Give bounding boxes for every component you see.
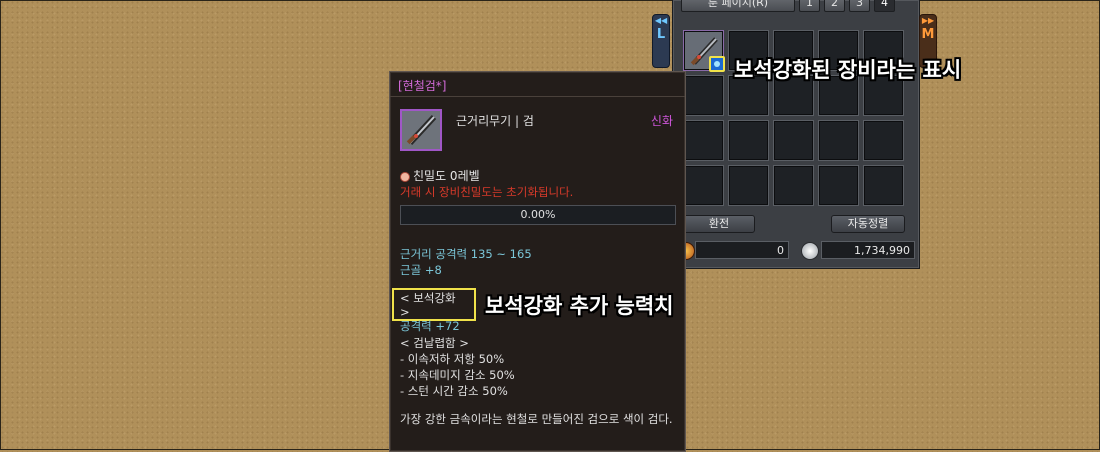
inventory-slot[interactable] (773, 120, 814, 161)
exchange-button[interactable]: 환전 (683, 215, 755, 233)
inventory-slot[interactable] (683, 120, 724, 161)
gem-stat-annotation: 보석강화 추가 능력치 (485, 294, 674, 318)
melee-attack-stat: 근거리 공격력 135 ~ 165 (400, 247, 532, 261)
item-grade: 신화 (650, 114, 673, 128)
trade-warning: 거래 시 장비친밀도는 초기화됩니다. (400, 185, 574, 199)
item-icon (400, 109, 442, 151)
inventory-slot[interactable] (683, 165, 724, 206)
item-tooltip: [현철검*] 근거리무기 | 검 신화 친밀도 0레벨 거래 시 장비친밀도는 … (389, 71, 686, 452)
inventory-slot[interactable] (818, 120, 859, 161)
inventory-window: 룬 페이지(R) 1 2 3 4 환전 자동정렬 0 1,734,990 (672, 0, 920, 269)
inventory-tab-3[interactable]: 3 (849, 0, 870, 12)
inventory-slot[interactable] (728, 120, 769, 161)
inventory-tab-4[interactable]: 4 (874, 0, 895, 12)
gem-enhanced-marker-icon (709, 56, 725, 72)
sword-icon (406, 114, 437, 146)
inventory-slot[interactable] (863, 165, 904, 206)
autosort-button[interactable]: 자동정렬 (831, 215, 905, 233)
gem-enhancement-box: < 보석강화 > 공격력 +72 (392, 288, 476, 333)
left-side-tab[interactable]: ◀◀ L (652, 14, 670, 68)
inventory-tab-1[interactable]: 1 (799, 0, 820, 12)
double-chevron-right-icon: ▶▶ (921, 16, 935, 25)
enchant-item: - 이속저하 저항 50% (400, 352, 505, 366)
left-tab-label: L (656, 27, 666, 42)
inventory-topbar: 룬 페이지(R) 1 2 3 4 (681, 0, 895, 14)
inventory-slot[interactable] (773, 165, 814, 206)
intimacy-icon (400, 171, 410, 182)
gold-amount: 0 (695, 241, 789, 259)
double-chevron-left-icon: ◀◀ (654, 16, 668, 25)
enchant-header: < 검날렵함 > (400, 336, 469, 350)
gem-enhancement-header: < 보석강화 > (400, 291, 456, 319)
inventory-tab-2[interactable]: 2 (824, 0, 845, 12)
intimacy-progress-bar: 0.00% (400, 205, 676, 225)
strength-stat: 근골 +8 (400, 263, 442, 277)
silver-amount: 1,734,990 (821, 241, 915, 259)
inventory-slot[interactable] (863, 120, 904, 161)
silver-coin-icon (801, 242, 819, 260)
right-tab-label: M (921, 27, 935, 42)
item-description: 가장 강한 금속이라는 현철로 만들어진 검으로 색이 검다. (400, 412, 673, 426)
inventory-slot[interactable] (818, 165, 859, 206)
enchant-item: - 지속데미지 감소 50% (400, 368, 515, 382)
inventory-slot[interactable] (728, 165, 769, 206)
inventory-slot[interactable] (683, 75, 724, 116)
gem-equipped-annotation: 보석강화된 장비라는 표시 (734, 58, 962, 82)
gem-enhancement-value: 공격력 +72 (400, 319, 460, 333)
item-title: [현철검*] (390, 72, 685, 97)
intimacy-text: 친밀도 0레벨 (413, 169, 480, 183)
item-type: 근거리무기 | 검 (456, 114, 534, 128)
intimacy-level: 친밀도 0레벨 (400, 167, 480, 184)
enchant-item: - 스턴 시간 감소 50% (400, 384, 508, 398)
rune-page-button[interactable]: 룬 페이지(R) (681, 0, 795, 12)
